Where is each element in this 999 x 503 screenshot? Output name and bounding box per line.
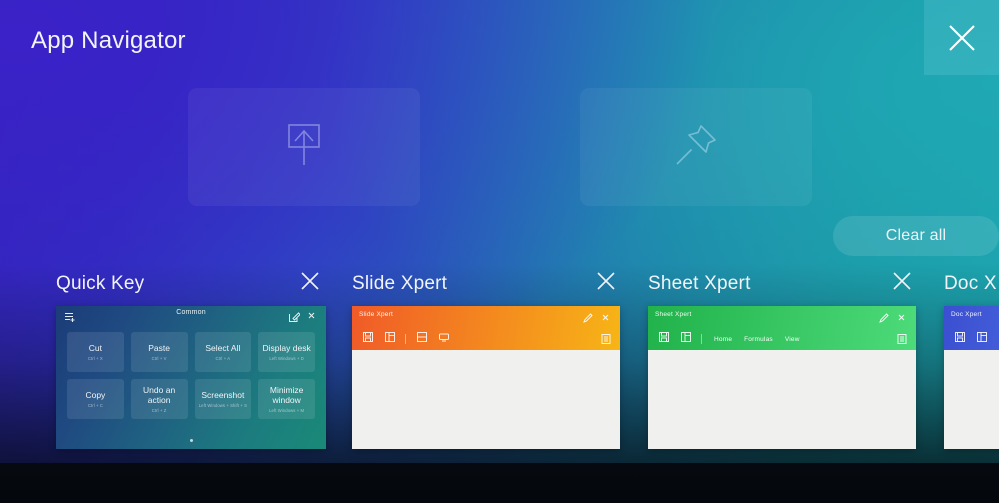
app-thumbnail-slide-xpert[interactable]: Slide Xpert — [352, 306, 620, 449]
close-icon — [890, 269, 914, 298]
shortcut-cell[interactable]: Cut Ctrl + X — [67, 332, 124, 372]
layout-icon[interactable] — [384, 330, 396, 348]
office-header: Sheet Xpert Home Formulas View — [648, 306, 916, 350]
shortcut-label: Select All — [205, 343, 241, 353]
save-icon[interactable] — [362, 330, 374, 348]
quick-key-titlebar: Common — [56, 306, 326, 325]
app-name-label: Sheet Xpert — [648, 273, 751, 294]
app-list: Quick Key Common Cut Ctrl + X Paste Ctrl + V S… — [0, 262, 999, 463]
office-document-area[interactable] — [648, 350, 916, 449]
navigator-stage: App Navigator Clear all Quick Key Common — [0, 0, 999, 463]
pin-icon — [671, 120, 721, 175]
shortcut-cell[interactable]: Paste Ctrl + V — [130, 332, 188, 372]
app-header: Sheet Xpert — [648, 262, 916, 306]
edit-icon[interactable] — [288, 310, 301, 328]
shortcut-label: Copy — [85, 390, 106, 400]
office-toolbar — [352, 328, 620, 350]
shortcut-cell[interactable]: Minimize window Left Windows + M — [258, 379, 315, 419]
shortcut-cell[interactable]: Screenshot Left Windows + Shift + S — [194, 379, 252, 419]
menu-icon[interactable] — [600, 332, 612, 350]
shortcut-keys: Left Windows + M — [269, 408, 305, 413]
office-title: Doc Xpert — [951, 311, 982, 318]
app-card-quick-key[interactable]: Quick Key Common Cut Ctrl + X Paste Ctrl + V S… — [56, 262, 326, 449]
pen-icon[interactable] — [878, 311, 890, 329]
drop-card-pin[interactable] — [580, 88, 812, 206]
app-thumbnail-sheet-xpert[interactable]: Sheet Xpert Home Formulas View — [648, 306, 916, 449]
shortcut-cell[interactable]: Undo an action Ctrl + Z — [130, 379, 188, 419]
app-name-label: Slide Xpert — [352, 273, 448, 294]
shortcut-label: Undo an action — [143, 385, 176, 405]
layout-icon[interactable] — [976, 330, 988, 348]
close-navigator-button[interactable] — [924, 0, 999, 75]
app-card-sheet-xpert[interactable]: Sheet Xpert Sheet Xpert Home Formulas View — [648, 262, 916, 449]
present-icon[interactable] — [438, 330, 450, 348]
shortcut-label: Screenshot — [201, 390, 245, 400]
app-thumbnail-quick-key[interactable]: Common Cut Ctrl + X Paste Ctrl + V Select All… — [56, 306, 326, 449]
drop-card-share-to-screen[interactable] — [188, 88, 420, 206]
app-header: Slide Xpert — [352, 262, 620, 306]
app-close-button-slide-xpert[interactable] — [591, 268, 621, 298]
app-name-label: Doc X — [944, 273, 997, 294]
office-menu-item[interactable]: Home — [714, 336, 732, 343]
shortcut-keys: Left Windows + Shift + S — [198, 403, 247, 408]
shortcut-grid: Cut Ctrl + X Paste Ctrl + V Select All Ctrl +… — [67, 332, 315, 419]
app-close-button-quick-key[interactable] — [295, 268, 325, 298]
shortcut-cell[interactable]: Display desk Left Windows + D — [258, 332, 315, 372]
menu-icon[interactable] — [896, 332, 908, 350]
shortcut-keys: Ctrl + A — [215, 356, 231, 361]
office-title: Sheet Xpert — [655, 311, 692, 318]
close-icon — [594, 269, 618, 298]
save-icon[interactable] — [954, 330, 966, 348]
share-to-screen-icon — [281, 121, 327, 174]
toolbar-separator — [405, 334, 406, 344]
close-icon[interactable] — [599, 311, 612, 329]
shortcut-keys: Ctrl + C — [87, 403, 103, 408]
app-card-slide-xpert[interactable]: Slide Xpert Slide Xpert — [352, 262, 620, 449]
close-icon[interactable] — [895, 311, 908, 329]
quick-key-title: Common — [176, 309, 206, 316]
app-header: Quick Key — [56, 262, 326, 306]
shortcut-keys: Left Windows + D — [269, 356, 304, 361]
save-icon[interactable] — [658, 330, 670, 348]
add-to-list-icon[interactable] — [64, 310, 76, 328]
close-icon[interactable] — [305, 309, 318, 327]
app-header: Doc X — [944, 262, 999, 306]
shortcut-keys: Ctrl + X — [87, 356, 103, 361]
office-document-area[interactable] — [352, 350, 620, 449]
office-header: Slide Xpert — [352, 306, 620, 350]
page-indicator-dot[interactable] — [189, 439, 193, 442]
slide-icon[interactable] — [416, 330, 428, 348]
office-document-area[interactable] — [944, 350, 999, 449]
close-icon — [298, 269, 322, 298]
shortcut-keys: Ctrl + V — [151, 356, 167, 361]
shortcut-cell[interactable]: Select All Ctrl + A — [194, 332, 252, 372]
office-menu-item[interactable]: View — [785, 336, 800, 343]
clear-all-label: Clear all — [885, 227, 947, 244]
shortcut-label: Paste — [148, 343, 170, 353]
office-toolbar: Home Formulas View — [648, 328, 916, 350]
office-header: Doc Xpert — [944, 306, 999, 350]
app-thumbnail-doc-xpert[interactable]: Doc Xpert — [944, 306, 999, 449]
close-icon — [945, 21, 979, 55]
app-name-label: Quick Key — [56, 273, 145, 294]
pen-icon[interactable] — [582, 311, 594, 329]
clear-all-button[interactable]: Clear all — [833, 216, 999, 256]
office-menu-item[interactable]: Formulas — [744, 336, 773, 343]
shortcut-keys: Ctrl + Z — [151, 408, 167, 413]
office-title: Slide Xpert — [359, 311, 393, 318]
app-card-doc-xpert[interactable]: Doc X Doc Xpert — [944, 262, 999, 449]
shortcut-cell[interactable]: Copy Ctrl + C — [67, 379, 124, 419]
app-close-button-sheet-xpert[interactable] — [887, 268, 917, 298]
shortcut-label: Display desk — [262, 343, 311, 353]
shortcut-label: Minimize window — [269, 385, 304, 405]
quick-key-window: Common Cut Ctrl + X Paste Ctrl + V Select All… — [56, 306, 326, 449]
toolbar-separator — [701, 334, 702, 344]
page-title: App Navigator — [31, 27, 186, 54]
office-toolbar — [944, 328, 999, 350]
shortcut-label: Cut — [88, 343, 102, 353]
bottom-bar — [0, 463, 999, 503]
layout-icon[interactable] — [680, 330, 692, 348]
